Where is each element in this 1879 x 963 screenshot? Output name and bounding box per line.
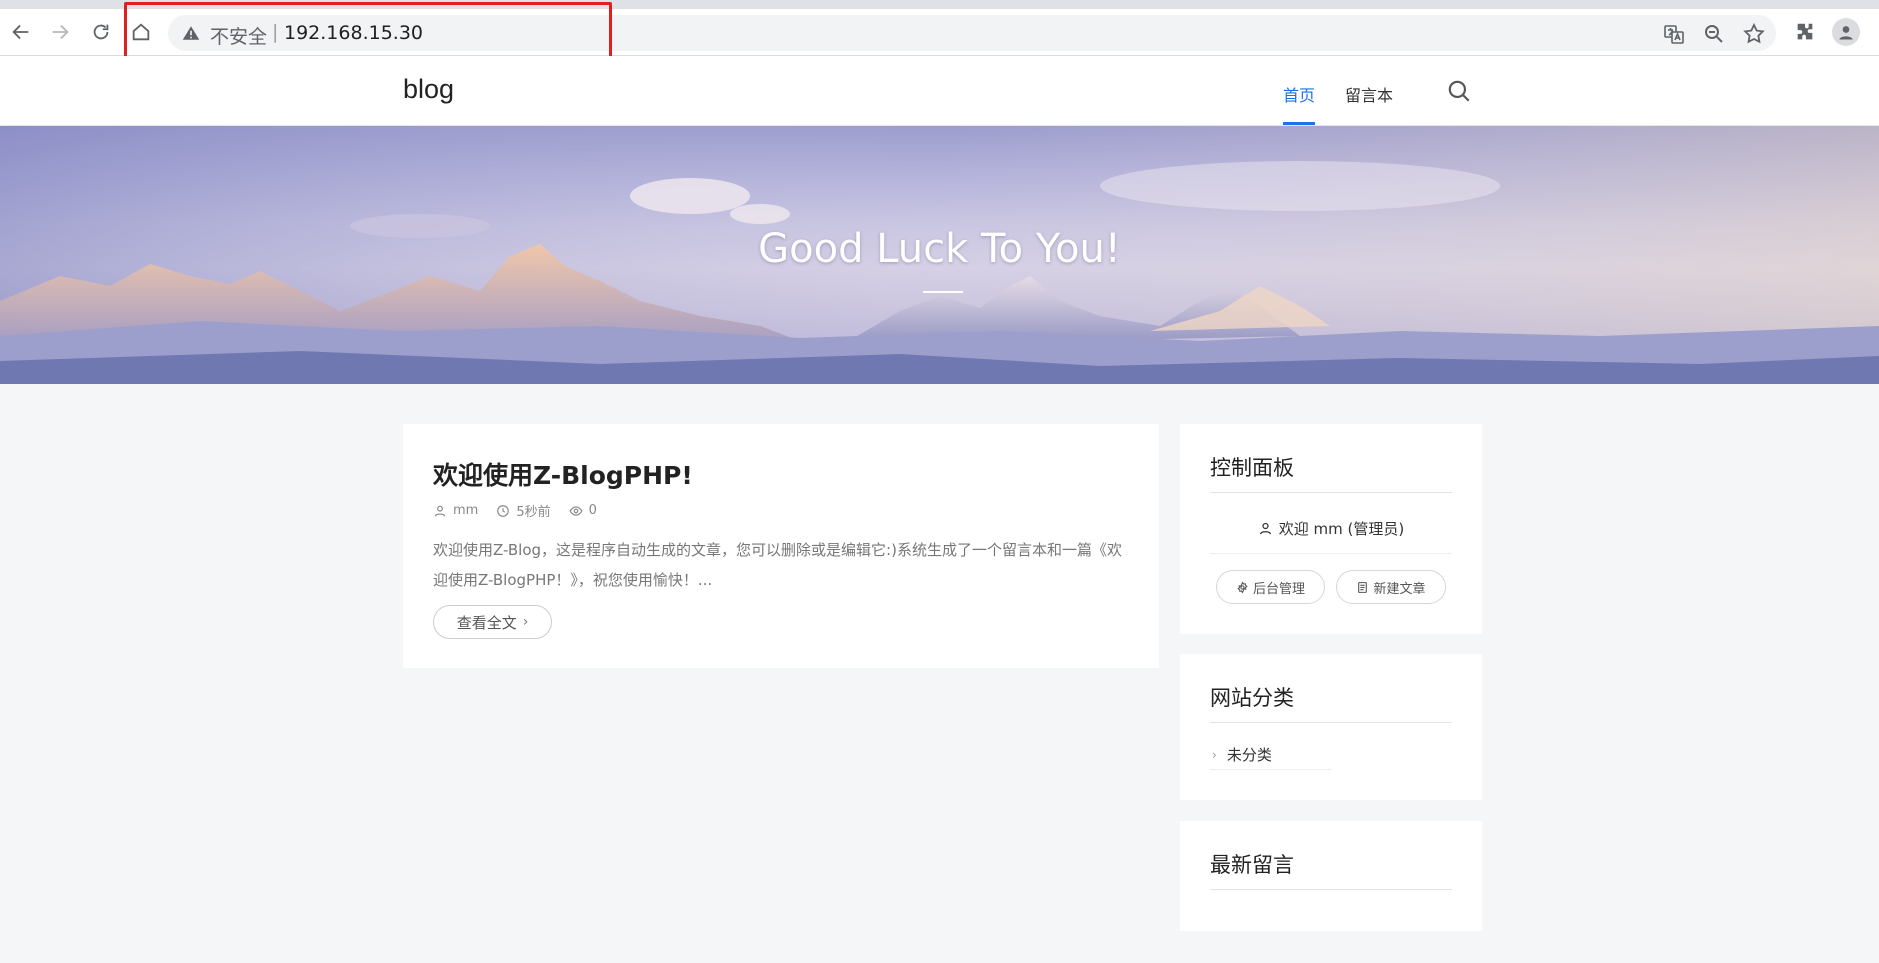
extensions-button[interactable] [1790,17,1820,47]
bookmark-star-icon[interactable] [1742,22,1766,46]
arrow-left-icon [12,24,29,40]
widget-divider [1210,492,1452,493]
new-post-button-label: 新建文章 [1373,581,1426,597]
reload-button[interactable] [86,17,116,47]
reload-icon [93,24,109,40]
eye-icon [569,505,583,516]
tab-strip [0,0,1879,9]
welcome-divider [1210,553,1452,554]
back-button[interactable] [6,17,36,47]
browser-toolbar: 不安全 | 192.168.15.30 [0,0,1879,56]
address-bar[interactable]: 不安全 | 192.168.15.30 [168,15,1776,51]
post-time-text: 5秒前 [516,505,551,520]
widget-divider [1210,889,1452,890]
user-icon [1259,522,1271,535]
zoom-out-icon[interactable] [1702,22,1726,46]
home-button[interactable] [126,17,156,47]
hero-banner: Good Luck To You! [0,126,1879,384]
chevron-right-icon: › [1212,747,1217,762]
security-label: 不安全 [210,26,268,48]
welcome-label: 欢迎 mm (管理员) [1278,520,1405,538]
category-item-label: 未分类 [1226,746,1272,764]
warning-icon [182,26,200,40]
post-excerpt: 欢迎使用Z-Blog，这是程序自动生成的文章，您可以删除或是编辑它:)系统生成了… [433,541,1122,589]
new-post-button[interactable]: 新建文章 [1336,570,1446,604]
nav-guestbook[interactable]: 留言本 [1345,82,1393,106]
url-text[interactable]: 192.168.15.30 [284,22,423,44]
forward-button[interactable] [45,17,75,47]
widget-divider [1210,722,1452,723]
control-panel-widget: 控制面板 欢迎 mm (管理员) 后台管理 新建文章 [1180,424,1482,634]
document-icon [1358,581,1368,593]
read-more-button[interactable]: 查看全文 › [433,605,552,639]
admin-button-label: 后台管理 [1252,581,1305,597]
post-views-count: 0 [588,503,597,518]
chevron-right-icon: › [522,614,529,630]
categories-title: 网站分类 [1210,686,1294,710]
gear-icon [1237,581,1248,593]
puzzle-icon [1797,23,1813,40]
site-header: blog 首页 留言本 [0,56,1879,126]
site-logo[interactable]: blog [403,74,454,105]
category-item[interactable]: › 未分类 [1210,740,1332,770]
profile-avatar[interactable] [1832,18,1860,46]
banner-title: Good Luck To You! [758,226,1121,272]
read-more-label: 查看全文 [456,613,517,632]
arrow-right-icon [52,24,69,40]
banner-divider [923,291,963,293]
person-icon [1839,26,1853,40]
post-views: 0 [569,503,597,518]
post-author-name[interactable]: mm [453,503,478,518]
categories-widget: 网站分类 › 未分类 [1180,654,1482,800]
post-title[interactable]: 欢迎使用Z-BlogPHP! [433,456,693,492]
home-icon [132,23,150,41]
welcome-text: 欢迎 mm (管理员) [1180,518,1482,539]
post-time: 5秒前 [496,501,551,520]
post-meta: mm 5秒前 0 [433,501,615,520]
nav-home[interactable]: 首页 [1283,82,1315,106]
translate-icon[interactable] [1662,22,1686,46]
clock-icon [497,504,510,517]
control-panel-title: 控制面板 [1210,456,1294,480]
post-author: mm [433,503,478,518]
nav-active-indicator [1283,122,1315,125]
post-card: 欢迎使用Z-BlogPHP! mm 5秒前 0 欢迎使用Z-Blog，这是程序自… [403,424,1159,668]
security-separator: | [272,21,279,43]
admin-button[interactable]: 后台管理 [1216,570,1325,604]
comments-widget: 最新留言 [1180,821,1482,931]
search-icon[interactable] [1446,78,1472,104]
user-icon [434,505,446,517]
comments-title: 最新留言 [1210,853,1294,877]
